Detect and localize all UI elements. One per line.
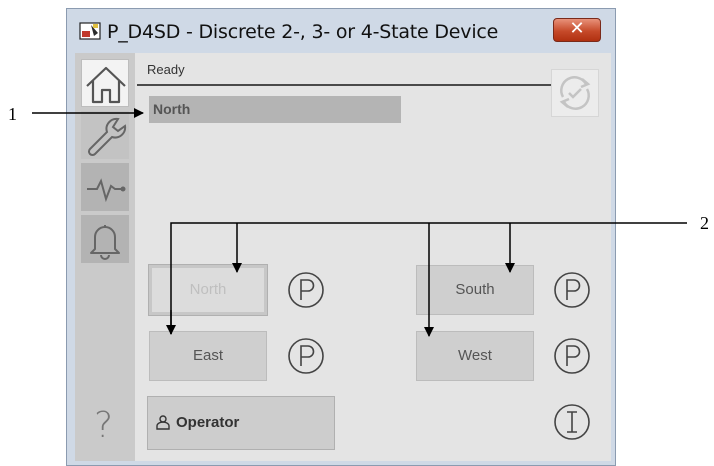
west-program-indicator <box>553 337 591 375</box>
west-command-button[interactable]: West <box>416 331 534 381</box>
p-circle-icon <box>288 272 324 308</box>
p-circle-icon <box>554 272 590 308</box>
trend-icon <box>87 178 126 203</box>
device-state-text: North <box>153 101 191 117</box>
close-button[interactable]: ✕ <box>553 18 601 42</box>
east-command-button[interactable]: East <box>149 331 267 381</box>
operator-mode-label: Operator <box>176 414 240 431</box>
north-command-button[interactable]: North <box>148 264 268 316</box>
north-program-indicator <box>287 271 325 309</box>
status-text: Ready <box>147 62 185 77</box>
p-circle-icon <box>554 338 590 374</box>
east-command-label: East <box>192 347 223 364</box>
i-circle-icon <box>554 404 590 440</box>
close-icon: ✕ <box>569 18 585 39</box>
west-command-label: West <box>458 347 492 364</box>
south-command-button[interactable]: South <box>416 265 534 315</box>
east-program-indicator <box>287 337 325 375</box>
app-icon <box>79 22 101 40</box>
faceplate-window: P_D4SD - Discrete 2-, 3- or 4-State Devi… <box>66 8 616 466</box>
tab-sidebar: ? <box>75 53 135 461</box>
status-divider <box>137 84 577 86</box>
faceplate-body: ? Ready North North South East West Oper… <box>75 53 611 461</box>
help-icon: ? <box>94 405 114 446</box>
north-command-label: North <box>189 281 227 298</box>
device-state-indicator: North <box>149 96 401 123</box>
south-program-indicator <box>553 271 591 309</box>
tab-home[interactable] <box>81 59 129 107</box>
reset-button[interactable] <box>551 69 599 117</box>
refresh-icon <box>559 76 591 110</box>
operator-mode-button[interactable]: Operator <box>147 396 335 450</box>
tab-trends[interactable] <box>81 163 129 211</box>
callout-1: 1 <box>8 104 17 124</box>
tab-engineering[interactable] <box>81 111 129 159</box>
p-circle-icon <box>288 338 324 374</box>
interlock-indicator <box>553 403 591 441</box>
help-button[interactable]: ? <box>81 405 129 453</box>
person-icon <box>156 415 170 430</box>
south-command-label: South <box>455 281 495 298</box>
window-title: P_D4SD - Discrete 2-, 3- or 4-State Devi… <box>107 21 499 43</box>
wrench-icon <box>87 117 127 157</box>
title-bar: P_D4SD - Discrete 2-, 3- or 4-State Devi… <box>67 9 615 53</box>
tab-alarms[interactable] <box>81 215 129 263</box>
callout-2: 2 <box>700 213 709 233</box>
home-icon <box>86 66 126 104</box>
bell-icon <box>90 225 120 260</box>
